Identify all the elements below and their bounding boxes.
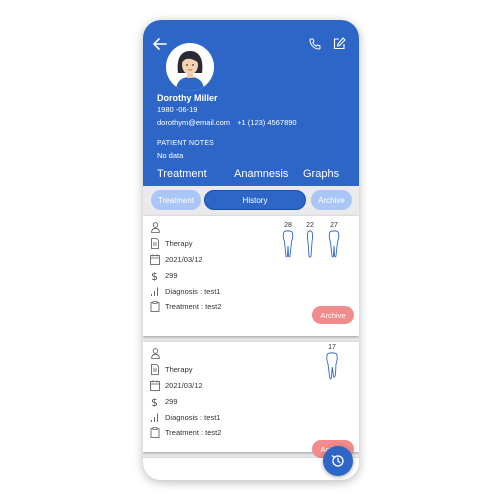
- svg-text:$: $: [151, 270, 158, 281]
- document-icon: [151, 363, 159, 375]
- edit-icon[interactable]: [333, 37, 346, 50]
- bars-icon: [151, 287, 158, 296]
- record-date: 2021/03/12: [165, 254, 203, 264]
- tooth-number: 27: [330, 222, 338, 229]
- record-type: Therapy: [165, 238, 193, 248]
- record-diagnosis: Diagnosis : test1: [165, 412, 221, 422]
- tooth-icon: [328, 230, 340, 258]
- subtab-archive[interactable]: Archive: [311, 190, 352, 210]
- main-tabs: Treatment Anamnesis Graphs: [143, 166, 359, 186]
- patient-contact: dorothym@email.com +1 (123) 4567890: [157, 118, 297, 127]
- user-icon: [151, 222, 160, 233]
- record-diagnosis: Diagnosis : test1: [165, 286, 221, 296]
- clipboard-icon: [150, 300, 160, 312]
- record-date-row: 2021/03/12: [150, 253, 203, 265]
- calendar-icon: [150, 379, 160, 391]
- tooth-item[interactable]: 27: [327, 222, 341, 258]
- calendar-icon: [150, 253, 160, 265]
- record-type-row: Therapy: [150, 237, 193, 249]
- record-amount-row: $ 299: [150, 269, 178, 281]
- clipboard-icon: [150, 426, 160, 438]
- record-amount-row: $ 299: [150, 395, 178, 407]
- document-icon: [151, 237, 159, 249]
- tooth-number: 22: [306, 222, 314, 229]
- phone-icon[interactable]: [309, 38, 321, 50]
- back-arrow-icon[interactable]: [153, 38, 167, 50]
- record-amount: 299: [165, 396, 178, 406]
- patient-phone[interactable]: +1 (123) 4567890: [237, 118, 296, 127]
- record-type: Therapy: [165, 364, 193, 374]
- record-diagnosis-row: Diagnosis : test1: [150, 285, 220, 297]
- tooth-number: 17: [328, 344, 336, 351]
- tooth-item[interactable]: 28: [281, 222, 295, 258]
- record-diagnosis-row: Diagnosis : test1: [150, 411, 220, 423]
- history-icon: [331, 455, 344, 467]
- phone-screen: Dorothy Miller 1980 -06-19 dorothym@emai…: [143, 20, 359, 480]
- patient-notes-label: PATIENT NOTES: [157, 140, 215, 147]
- archive-button[interactable]: Archive: [312, 306, 354, 324]
- record-type-row: Therapy: [150, 363, 193, 375]
- tooth-item[interactable]: 22: [303, 222, 317, 258]
- avatar: [166, 43, 214, 91]
- tooth-number: 28: [284, 222, 292, 229]
- avatar-image: [166, 43, 214, 91]
- patient-dob: 1980 -06-19: [157, 105, 198, 114]
- tab-graphs[interactable]: Graphs: [303, 168, 339, 180]
- history-fab[interactable]: [323, 446, 353, 476]
- patient-email[interactable]: dorothym@email.com: [157, 118, 230, 127]
- record-treatment-row: Treatment : test2: [150, 426, 221, 438]
- svg-text:$: $: [151, 396, 158, 407]
- tab-treatment[interactable]: Treatment: [157, 168, 207, 180]
- dollar-icon: $: [151, 396, 158, 407]
- record-date-row: 2021/03/12: [150, 379, 203, 391]
- record-card[interactable]: Therapy 2021/03/12 $ 299 Diagnosis : tes…: [143, 216, 359, 336]
- tooth-item[interactable]: 17: [325, 344, 339, 380]
- record-date: 2021/03/12: [165, 380, 203, 390]
- record-treatment-row: Treatment : test2: [150, 300, 221, 312]
- tooth-icon: [326, 352, 338, 380]
- user-icon: [151, 348, 160, 359]
- record-treatment: Treatment : test2: [165, 427, 222, 437]
- tooth-icon: [282, 230, 294, 258]
- patient-name: Dorothy Miller: [157, 93, 218, 103]
- record-amount: 299: [165, 270, 178, 280]
- patient-header: Dorothy Miller 1980 -06-19 dorothym@emai…: [143, 20, 359, 186]
- patient-notes-value: No data: [157, 151, 184, 160]
- dollar-icon: $: [151, 270, 158, 281]
- tooth-icon: [306, 230, 314, 258]
- bars-icon: [151, 413, 158, 422]
- tab-anamnesis[interactable]: Anamnesis: [234, 168, 288, 180]
- record-treatment: Treatment : test2: [165, 301, 222, 311]
- subtab-history[interactable]: History: [204, 190, 306, 210]
- subtab-treatment[interactable]: Treatment: [151, 190, 201, 210]
- record-card[interactable]: Therapy 2021/03/12 $ 299 Diagnosis : tes…: [143, 342, 359, 458]
